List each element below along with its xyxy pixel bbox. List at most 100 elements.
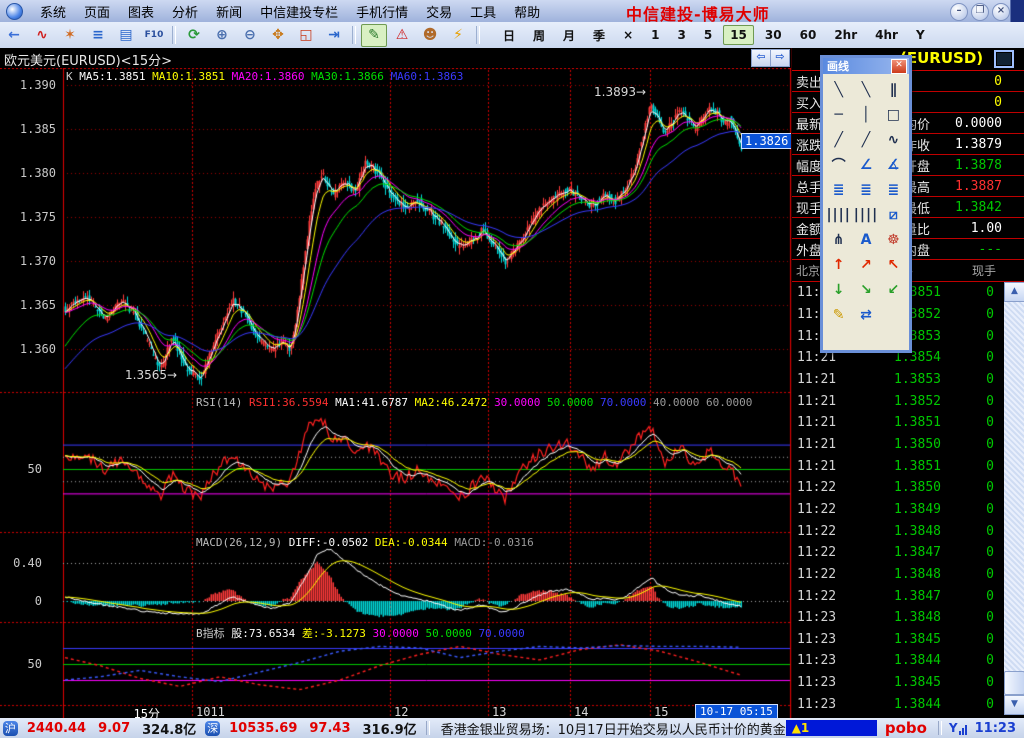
scroll-right-button[interactable]: ⇨ <box>770 49 790 67</box>
cycle-lines-icon[interactable]: |||| <box>852 202 879 227</box>
period-button-30[interactable]: 30 <box>758 25 789 45</box>
text-tool-icon[interactable]: A <box>852 227 879 252</box>
app-icon[interactable] <box>6 3 23 20</box>
users-icon[interactable]: ☻ <box>417 24 443 47</box>
arrow-up-left-icon[interactable]: ↖ <box>880 252 907 277</box>
quote-value: 1.3842 <box>950 200 1024 215</box>
arrow-up-right-icon[interactable]: ↗ <box>852 252 879 277</box>
vertical-line-icon[interactable]: │ <box>852 102 879 127</box>
zoom-in-icon[interactable]: ⊕ <box>209 24 235 47</box>
tick-price: 1.3847 <box>849 545 941 560</box>
scrollbar-up-icon[interactable]: ▲ <box>1004 282 1024 302</box>
window-next-icon[interactable]: ⇥ <box>321 24 347 47</box>
title-corner-icon[interactable] <box>1010 0 1024 22</box>
back-button[interactable]: ← <box>1 24 27 47</box>
draw-line-icon[interactable]: ✎ <box>361 24 387 47</box>
drag-hand-icon[interactable]: ✥ <box>265 24 291 47</box>
angle-icon[interactable]: ∠ <box>852 152 879 177</box>
flash-icon[interactable]: ⚡ <box>445 24 471 47</box>
scrollbar-down-icon[interactable]: ▼ <box>1004 695 1024 715</box>
f10-icon[interactable]: F10 <box>141 24 167 47</box>
gann-fan-icon[interactable]: ∡ <box>880 152 907 177</box>
menu-item-6[interactable]: 中信建投专栏 <box>251 0 347 23</box>
menu-item-4[interactable]: 分析 <box>163 0 207 23</box>
panel-restore-icon[interactable] <box>994 50 1014 68</box>
tick-time: 11:23 <box>792 632 849 647</box>
gann-grid-icon[interactable]: ≣ <box>825 177 852 202</box>
arc-icon[interactable]: ⌒ <box>825 152 852 177</box>
quote-list-icon[interactable]: ≡ <box>85 24 111 47</box>
period-button-日[interactable]: 日 <box>496 24 522 47</box>
ray-line-icon[interactable]: ╱ <box>825 127 852 152</box>
trend-line-icon[interactable]: ╲ <box>825 77 852 102</box>
scroll-left-button[interactable]: ⇦ <box>751 49 771 67</box>
restore-button[interactable]: ❐ <box>971 3 989 21</box>
menu-item-5[interactable]: 新闻 <box>207 0 251 23</box>
fib-retracement-icon[interactable]: ≣ <box>852 177 879 202</box>
period-button-60[interactable]: 60 <box>793 25 824 45</box>
tick-price: 1.3847 <box>849 589 941 604</box>
menu-item-8[interactable]: 交易 <box>417 0 461 23</box>
tick-row: 11:231.38450 <box>792 672 1004 694</box>
rectangle-icon[interactable]: □ <box>880 102 907 127</box>
close-icon[interactable]: ✕ <box>891 59 907 74</box>
period-button-1[interactable]: 1 <box>644 25 666 45</box>
alert-bell-icon[interactable]: ⚠ <box>389 24 415 47</box>
period-button-3[interactable]: 3 <box>670 25 692 45</box>
parallel-lines-icon[interactable]: ∥ <box>880 77 907 102</box>
menu-item-2[interactable]: 页面 <box>75 0 119 23</box>
gann-wheel-icon[interactable]: ☸ <box>880 227 907 252</box>
line-segment-icon[interactable]: ╲ <box>852 77 879 102</box>
menu-item-10[interactable]: 帮助 <box>505 0 549 23</box>
period-button-2hr[interactable]: 2hr <box>827 25 864 45</box>
candlestick-chart-canvas[interactable] <box>0 68 792 718</box>
arrow-down-left-icon[interactable]: ↙ <box>880 277 907 302</box>
period-button-周[interactable]: 周 <box>526 24 552 47</box>
close-button[interactable]: × <box>992 3 1010 21</box>
line-chart-icon[interactable]: ∿ <box>29 24 55 47</box>
tick-time: 11:22 <box>792 545 849 560</box>
favorites-icon[interactable]: ✶ <box>57 24 83 47</box>
draw-toolbar-window[interactable]: 画线 ✕ ╲╲∥─│□╱╱∿⌒∠∡≣≣≣||||||||⧄⋔A☸↑↗↖↓↘↙✎⇄ <box>820 55 912 353</box>
menu-item-7[interactable]: 手机行情 <box>347 0 417 23</box>
arrow-down-right-icon[interactable]: ↘ <box>852 277 879 302</box>
window-prev-icon[interactable]: ◱ <box>293 24 319 47</box>
alert-badge[interactable]: ▲1 <box>786 720 877 736</box>
tool-settings-icon[interactable]: ⇄ <box>852 302 879 327</box>
quote-value: 0.0000 <box>950 116 1024 131</box>
refresh-icon[interactable]: ⟳ <box>181 24 207 47</box>
news-ticker[interactable]: 香港金银业贸易场：10月17日开始交易以人民币计价的黄金 <box>441 719 786 738</box>
menu-item-1[interactable]: 系统 <box>31 0 75 23</box>
zoom-out-icon[interactable]: ⊖ <box>237 24 263 47</box>
period-button-季[interactable]: 季 <box>586 24 612 47</box>
minimize-button[interactable]: – <box>950 3 968 21</box>
arrow-down-icon[interactable]: ↓ <box>825 277 852 302</box>
toolbar-separator <box>172 26 176 44</box>
vertical-grid-icon[interactable]: |||| <box>825 202 852 227</box>
wave-line-icon[interactable]: ∿ <box>880 127 907 152</box>
period-button-Y[interactable]: Y <box>909 25 932 45</box>
monitor-icon[interactable]: ▤ <box>113 24 139 47</box>
tick-volume: 0 <box>941 502 1004 517</box>
menu-item-9[interactable]: 工具 <box>461 0 505 23</box>
tick-price: 1.3851 <box>849 459 941 474</box>
tick-row: 11:231.38440 <box>792 650 1004 672</box>
fib-extension-icon[interactable]: ≣ <box>880 177 907 202</box>
period-button-月[interactable]: 月 <box>556 24 582 47</box>
tick-price: 1.3844 <box>849 697 941 712</box>
tick-row: 11:221.38500 <box>792 477 1004 499</box>
arrow-up-icon[interactable]: ↑ <box>825 252 852 277</box>
period-button-×[interactable]: × <box>616 25 640 45</box>
tick-scrollbar[interactable]: ▲ ▼ <box>1004 282 1024 715</box>
half-line-icon[interactable]: ╱ <box>852 127 879 152</box>
horizontal-line-icon[interactable]: ─ <box>825 102 852 127</box>
draw-toolbar-titlebar[interactable]: 画线 ✕ <box>823 58 909 74</box>
period-button-4hr[interactable]: 4hr <box>868 25 905 45</box>
speed-lines-icon[interactable]: ⧄ <box>880 202 907 227</box>
menu-item-3[interactable]: 图表 <box>119 0 163 23</box>
eraser-icon[interactable]: ✎ <box>825 302 852 327</box>
scrollbar-thumb[interactable] <box>1004 671 1024 695</box>
period-button-5[interactable]: 5 <box>697 25 719 45</box>
period-button-15[interactable]: 15 <box>723 25 754 45</box>
pitchfork-icon[interactable]: ⋔ <box>825 227 852 252</box>
